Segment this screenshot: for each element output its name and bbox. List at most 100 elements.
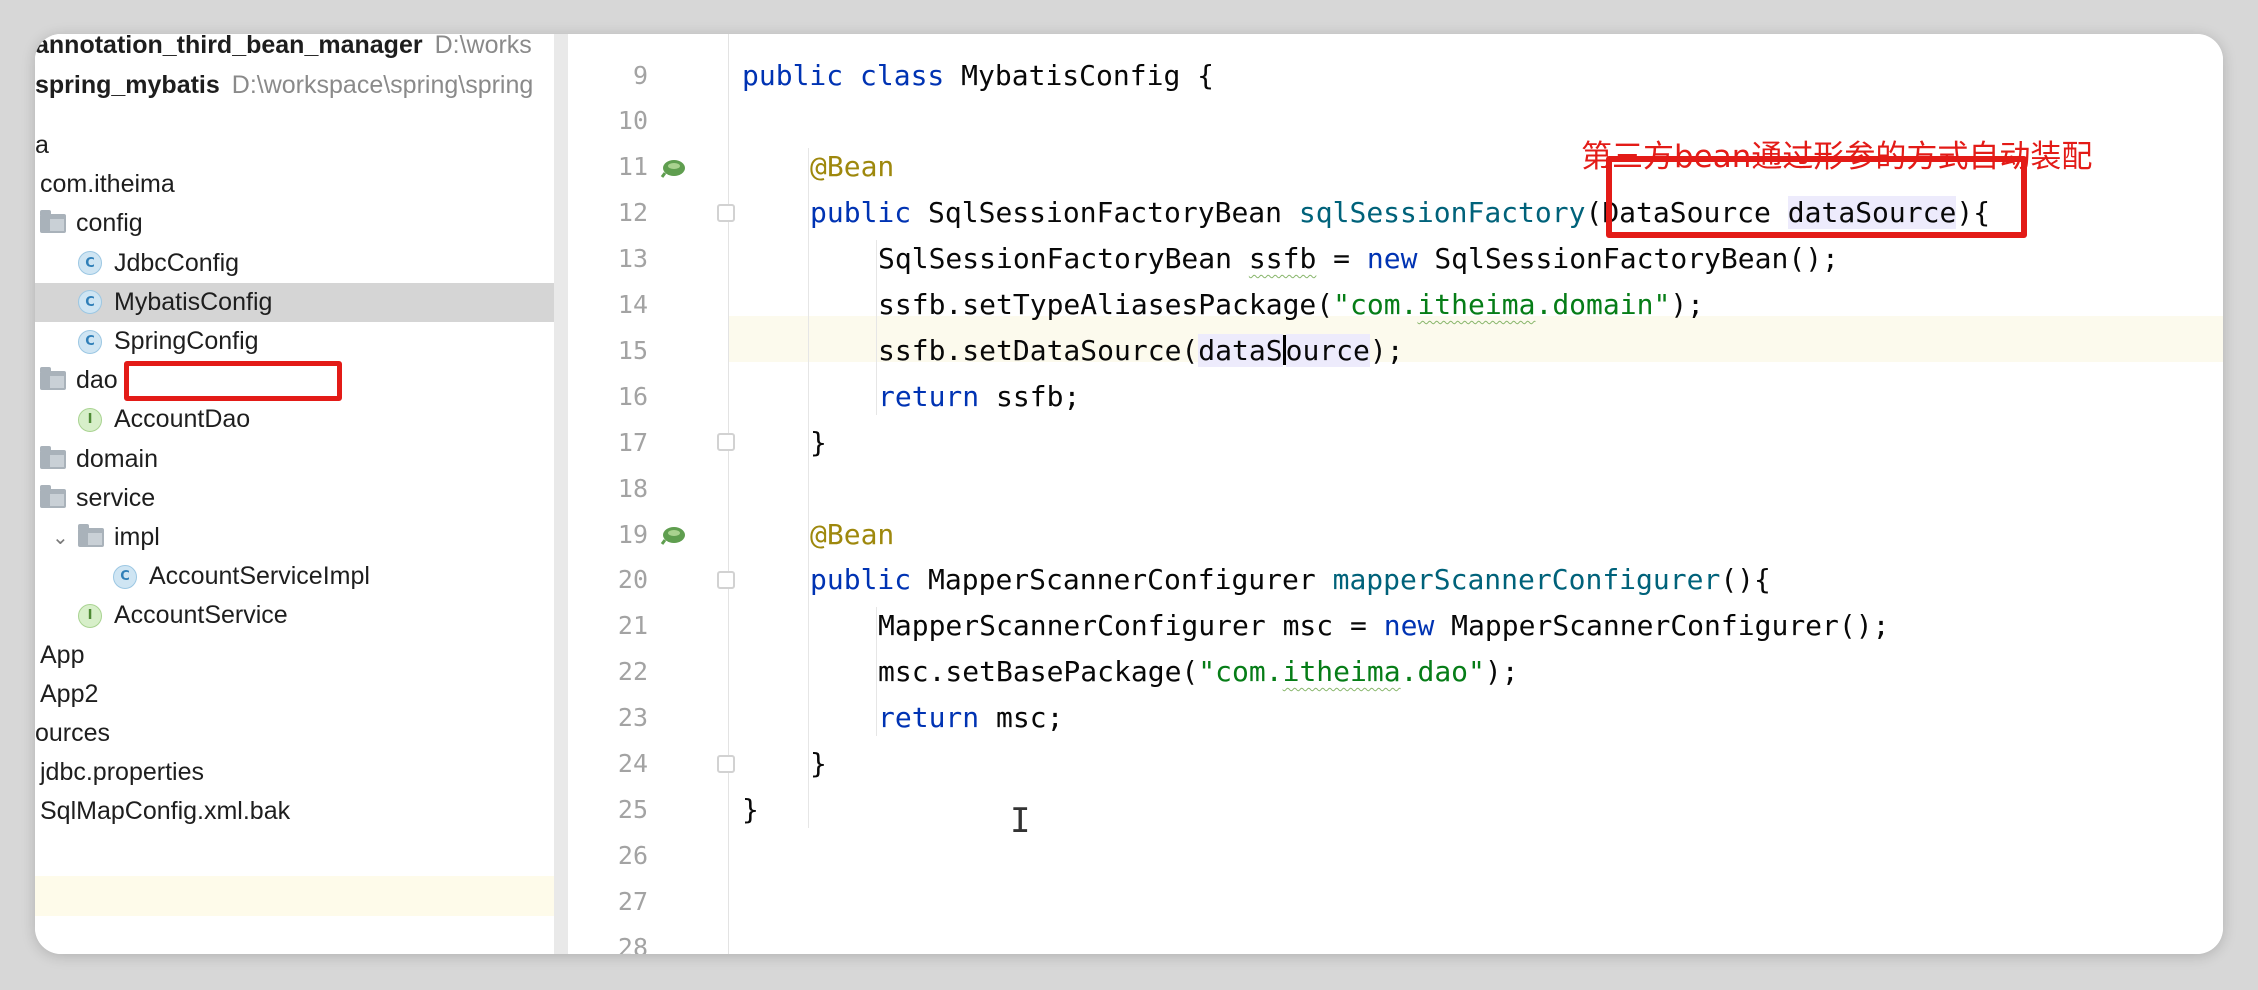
code-token: return xyxy=(878,701,997,735)
line-number: 26 xyxy=(617,840,648,870)
code-token: "com. xyxy=(1333,288,1418,321)
tree-scrollbar[interactable] xyxy=(554,34,568,954)
line-number: 23 xyxy=(617,703,648,733)
package-folder-icon xyxy=(40,367,66,391)
line-number: 10 xyxy=(617,106,648,136)
line-number: 21 xyxy=(617,611,648,641)
java-class-icon: C xyxy=(78,329,102,354)
tree-item-label: JdbcConfig xyxy=(114,248,240,277)
tree-item-impl[interactable]: ⌄ impl xyxy=(35,518,554,557)
code-token: ssfb xyxy=(1248,242,1317,276)
line-number: 13 xyxy=(617,244,648,274)
code-line[interactable]: public class MybatisConfig { xyxy=(742,52,1214,98)
code-token: new xyxy=(1366,242,1435,276)
tree-item-service[interactable]: service xyxy=(35,479,554,518)
code-line[interactable]: SqlSessionFactoryBean ssfb = new SqlSess… xyxy=(878,236,1839,282)
project-path: D:\works xyxy=(434,34,532,59)
code-token: ource xyxy=(1285,333,1370,367)
tree-item-app2[interactable]: App2 xyxy=(35,675,554,714)
tree-item-label: dao xyxy=(76,366,118,395)
tree-item-label: AccountService xyxy=(114,601,288,630)
line-number: 9 xyxy=(632,60,648,90)
tree-item-label: service xyxy=(76,483,156,512)
tree-item-label: domain xyxy=(76,444,158,473)
callout-annotation: 第三方bean通过形参的方式自动装配 xyxy=(1581,138,2093,175)
fold-marker-icon[interactable] xyxy=(717,754,735,773)
tree-highlight-row xyxy=(35,876,554,916)
indent-guide xyxy=(876,606,877,737)
code-token: msc.setBasePackage( xyxy=(878,655,1199,689)
chevron-down-icon[interactable]: ⌄ xyxy=(52,525,70,550)
code-line[interactable]: MapperScannerConfigurer msc = new Mapper… xyxy=(878,603,1889,649)
tree-project-root[interactable]: spring_mybatis D:\workspace\spring\spring xyxy=(35,66,554,105)
code-line[interactable]: } xyxy=(742,786,759,832)
tree-item-label: com.itheima xyxy=(40,170,175,199)
line-number: 19 xyxy=(617,519,648,549)
tree-item-jdbc-properties[interactable]: jdbc.properties xyxy=(35,753,554,792)
code-line[interactable]: @Bean xyxy=(810,144,894,190)
code-token: @Bean xyxy=(810,150,895,184)
code-token: MapperScannerConfigurer(); xyxy=(1451,609,1890,643)
tree-project-root[interactable]: annotation_third_bean_manager D:\works xyxy=(35,34,554,65)
text-cursor-icon: I xyxy=(1010,801,1031,841)
fold-marker-icon[interactable] xyxy=(717,203,735,222)
tree-item-jdbcconfig[interactable]: C JdbcConfig xyxy=(35,244,554,283)
tree-item-a[interactable]: a xyxy=(35,126,554,165)
code-token: MybatisConfig { xyxy=(961,58,1215,92)
package-folder-icon xyxy=(40,445,66,469)
code-token: itheima xyxy=(1417,288,1536,321)
code-line[interactable]: @Bean xyxy=(810,511,894,557)
tree-item-app[interactable]: App xyxy=(35,636,554,675)
code-token: = xyxy=(1316,242,1367,276)
tree-item-label: config xyxy=(76,209,143,238)
code-line[interactable]: return msc; xyxy=(878,695,1063,741)
code-token: ); xyxy=(1484,655,1519,689)
line-number: 28 xyxy=(617,932,648,954)
tree-item-label: App xyxy=(40,640,85,669)
tree-item-label: jdbc.properties xyxy=(40,758,204,787)
tree-item-accountservice[interactable]: I AccountService xyxy=(35,596,554,635)
code-token: } xyxy=(810,747,827,780)
line-number: 16 xyxy=(617,381,648,411)
code-line[interactable]: msc.setBasePackage("com. itheima .dao"); xyxy=(878,649,1519,695)
line-number: 22 xyxy=(617,657,648,687)
code-token: public xyxy=(810,563,929,597)
line-number: 17 xyxy=(617,427,648,457)
fold-marker-icon[interactable] xyxy=(717,433,735,452)
line-number: 27 xyxy=(617,886,648,916)
code-line[interactable]: } xyxy=(810,741,827,787)
bean-icon[interactable] xyxy=(660,156,688,178)
code-token: ssfb.setTypeAliasesPackage( xyxy=(878,288,1334,321)
code-token: ssfb.setDataSource( xyxy=(878,333,1199,367)
code-line[interactable]: ssfb.setDataSource(dataS ource); xyxy=(878,327,1404,373)
code-token: .domain" xyxy=(1535,288,1671,321)
tree-item-accountdao[interactable]: I AccountDao xyxy=(35,400,554,439)
bean-icon[interactable] xyxy=(660,523,688,545)
code-token: public class xyxy=(742,58,962,92)
tree-item-accountserviceimpl[interactable]: C AccountServiceImpl xyxy=(35,557,554,596)
tree-item-domain[interactable]: domain xyxy=(35,440,554,479)
tree-item-mybatisconfig[interactable]: C MybatisConfig xyxy=(35,282,554,322)
fold-marker-icon[interactable] xyxy=(717,570,735,589)
tree-item-com-itheima[interactable]: com.itheima xyxy=(35,165,554,204)
line-number: 11 xyxy=(617,152,648,182)
code-token: SqlSessionFactoryBean xyxy=(928,196,1299,230)
package-folder-icon xyxy=(40,210,66,234)
tree-red-highlight-box xyxy=(124,361,342,401)
tree-item-label: App2 xyxy=(40,679,99,708)
tree-item-ources[interactable]: ources xyxy=(35,714,554,753)
code-line[interactable]: public MapperScannerConfigurer mapperSca… xyxy=(810,557,1771,603)
tree-item-config[interactable]: config xyxy=(35,204,554,243)
code-line[interactable]: } xyxy=(810,419,827,465)
code-token: msc; xyxy=(996,701,1064,735)
code-token: } xyxy=(810,425,827,459)
java-class-icon: C xyxy=(78,290,102,315)
tree-item-springconfig[interactable]: C SpringConfig xyxy=(35,322,554,361)
package-folder-icon xyxy=(40,484,66,508)
code-line[interactable]: ssfb.setTypeAliasesPackage("com. itheima.… xyxy=(878,282,1704,328)
code-line[interactable]: return ssfb; xyxy=(878,373,1080,419)
project-tree: annotation_third_bean_manager D:\works spr… xyxy=(35,34,554,954)
tree-item-sqlmapconfig-xml-bak[interactable]: SqlMapConfig.xml.bak xyxy=(35,792,554,831)
project-name: annotation_third_bean_manager xyxy=(35,34,423,59)
code-token: itheima xyxy=(1282,655,1401,689)
